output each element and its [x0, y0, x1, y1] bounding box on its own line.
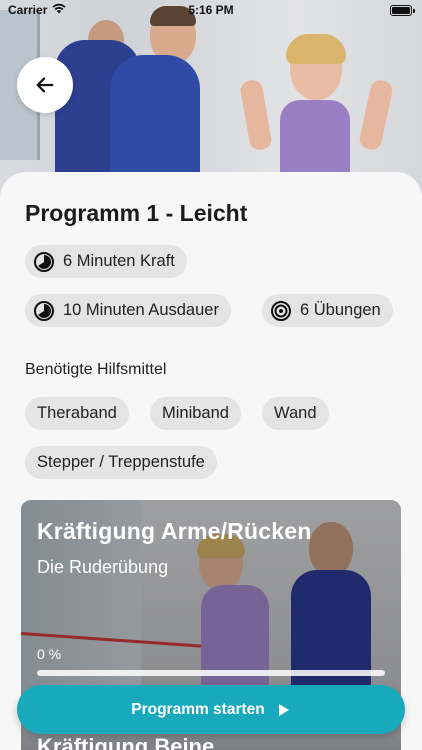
exercise-title: Kräftigung Arme/Rücken: [37, 518, 312, 544]
stat-chip-endurance: 10 Minuten Ausdauer: [25, 294, 231, 327]
arrow-left-icon: [36, 77, 54, 93]
timer-icon: [33, 300, 55, 322]
program-title: Programm 1 - Leicht: [25, 200, 248, 226]
stat-chip-strength: 6 Minuten Kraft: [25, 245, 187, 278]
equipment-label: Theraband: [37, 404, 117, 422]
status-bar: Carrier 5:16 PM: [0, 0, 422, 22]
exercise-progress-bar: [37, 670, 385, 676]
start-program-label: Programm starten: [131, 700, 265, 718]
program-detail-sheet: Programm 1 - Leicht 6 Minuten Kraft 10 M…: [0, 172, 422, 750]
equipment-heading: Benötigte Hilfsmittel: [25, 361, 167, 378]
clock: 5:16 PM: [188, 3, 234, 17]
equipment-label: Miniband: [162, 404, 229, 422]
exercise-subtitle: Die Ruderübung: [37, 557, 169, 577]
stat-label: 10 Minuten Ausdauer: [63, 301, 219, 319]
equipment-label: Stepper / Treppenstufe: [37, 453, 205, 471]
equipment-chip: Wand: [262, 397, 329, 430]
stat-chip-exercises: 6 Übungen: [262, 294, 393, 327]
exercises-icon: [270, 300, 292, 322]
exercise-progress-label: 0 %: [37, 646, 62, 662]
start-program-button[interactable]: Programm starten: [17, 685, 405, 734]
play-icon: [277, 703, 291, 717]
equipment-chip: Miniband: [150, 397, 241, 430]
stat-label: 6 Übungen: [300, 301, 381, 319]
equipment-chip: Stepper / Treppenstufe: [25, 446, 217, 479]
stat-label: 6 Minuten Kraft: [63, 252, 175, 270]
back-button[interactable]: [17, 57, 73, 113]
battery-icon: [390, 5, 415, 16]
timer-icon: [33, 251, 55, 273]
equipment-label: Wand: [274, 404, 317, 422]
exercise-title: Kräftigung Beine: [37, 734, 215, 750]
equipment-chip: Theraband: [25, 397, 129, 430]
